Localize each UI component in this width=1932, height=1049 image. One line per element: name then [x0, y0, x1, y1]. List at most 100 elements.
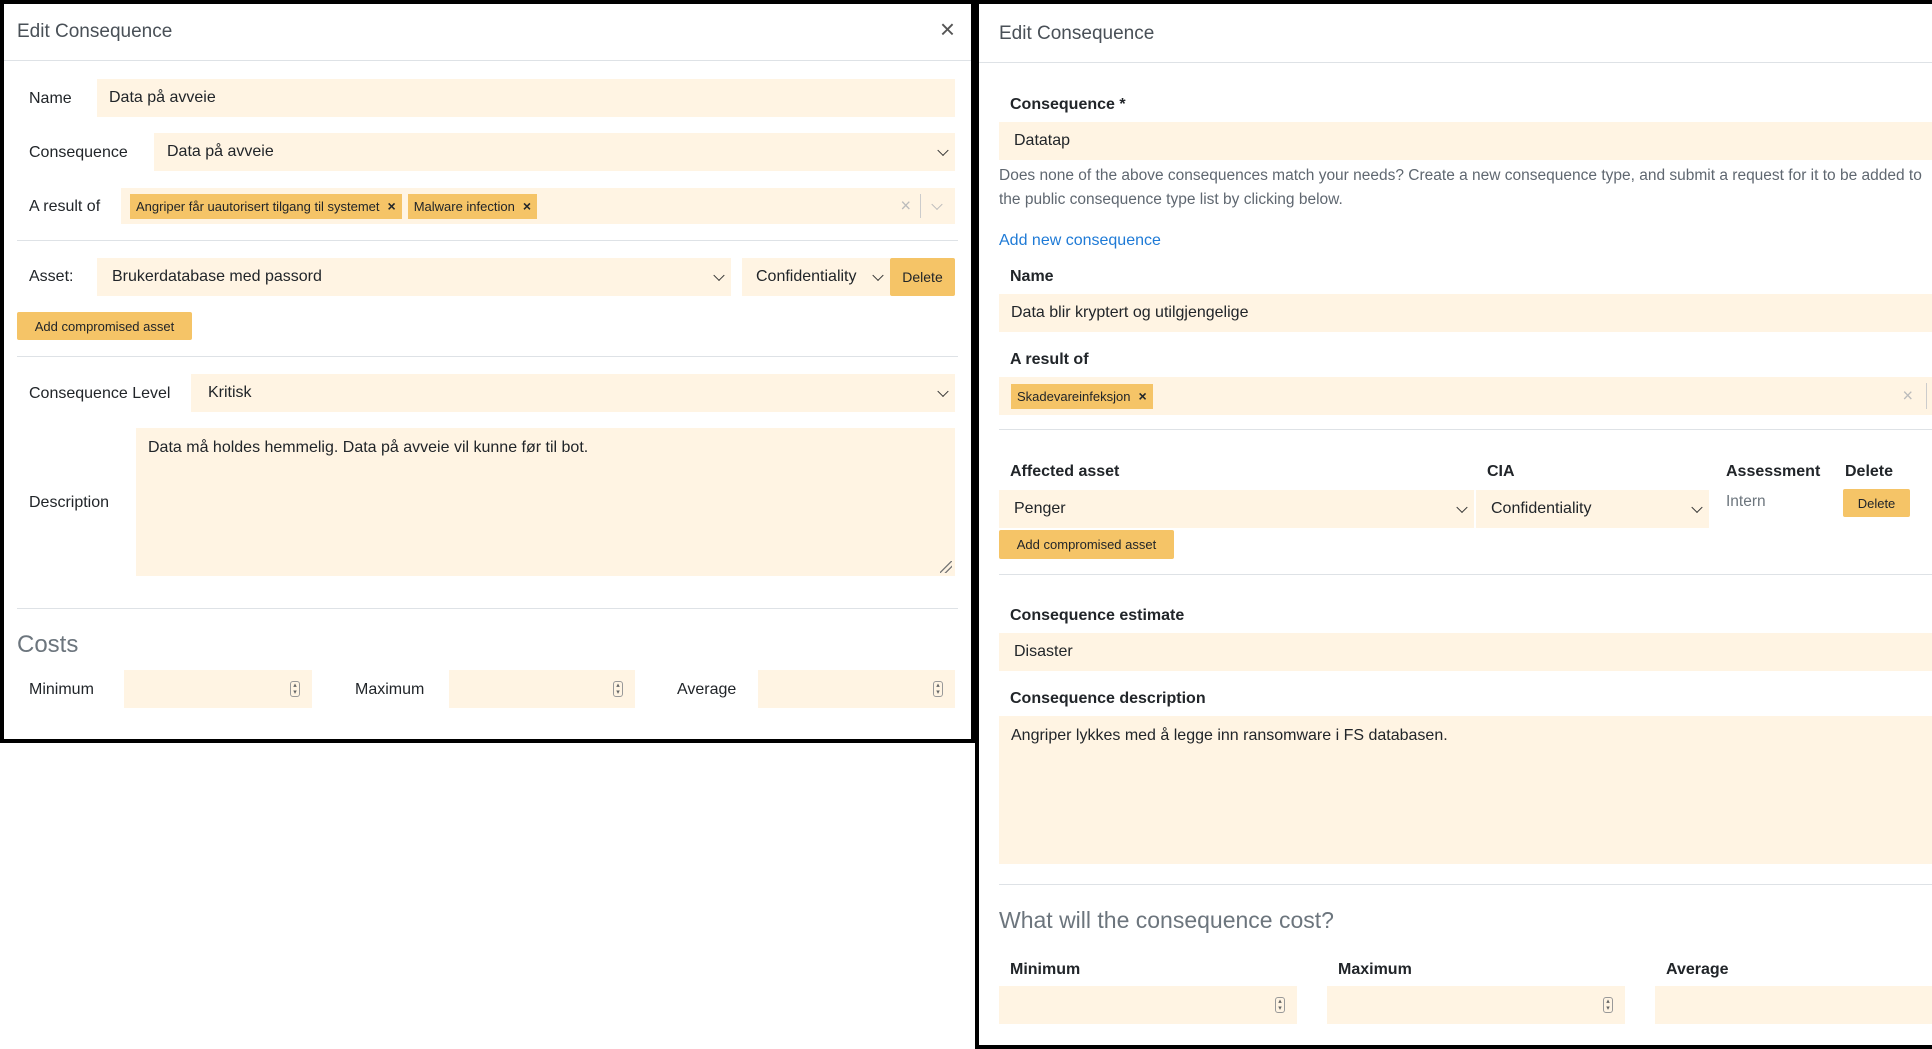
add-new-consequence-link[interactable]: Add new consequence — [999, 232, 1161, 250]
result-tag: Angriper får uautorisert tilgang til sys… — [130, 193, 402, 219]
average-input[interactable] — [1655, 986, 1932, 1024]
divider — [999, 429, 1932, 430]
name-input[interactable]: Data blir kryptert og utilgjengelige — [999, 294, 1932, 332]
affected-asset-label: Affected asset — [1010, 463, 1120, 480]
remove-tag-icon[interactable]: × — [1138, 388, 1146, 404]
consequence-estimate-value: Disaster — [1014, 643, 1073, 660]
result-tag-label: Skadevareinfeksjon — [1017, 388, 1131, 404]
average-label: Average — [1666, 961, 1729, 978]
minimum-label: Minimum — [1010, 961, 1081, 978]
help-text-line-1: Does none of the above consequences matc… — [999, 167, 1922, 184]
spinner-icon[interactable]: ▴ ▾ — [290, 681, 300, 697]
divider — [999, 884, 1932, 885]
clear-icon[interactable]: × — [1902, 386, 1913, 407]
result-tag-label: Malware infection — [413, 198, 515, 214]
affected-asset-select[interactable]: Penger — [999, 490, 1474, 528]
maximum-input[interactable]: ▴ ▾ — [1327, 986, 1625, 1024]
consequence-select[interactable]: Datatap — [999, 122, 1932, 160]
consequence-level-value: Kritisk — [208, 384, 252, 401]
spinner-icon[interactable]: ▴ ▾ — [1603, 997, 1613, 1013]
asset-select-value: Brukerdatabase med passord — [112, 268, 322, 285]
consequence-description-textarea[interactable]: Angriper lykkes med å legge inn ransomwa… — [999, 716, 1932, 864]
maximum-input[interactable]: ▴ ▾ — [449, 670, 635, 708]
chevron-down-icon[interactable] — [931, 198, 943, 211]
minimum-label: Minimum — [29, 681, 94, 698]
resize-handle-icon[interactable] — [940, 561, 952, 573]
add-compromised-asset-button[interactable]: Add compromised asset — [17, 312, 192, 340]
cia-label: CIA — [1487, 463, 1515, 480]
result-tag: Malware infection × — [407, 193, 538, 219]
cost-heading: What will the consequence cost? — [999, 907, 1334, 933]
description-label: Description — [29, 494, 110, 511]
assessment-value: Intern — [1726, 493, 1766, 510]
cia-select[interactable]: Confidentiality — [1476, 490, 1709, 528]
right-edit-consequence-modal: Edit Consequence Consequence * Datatap D… — [975, 0, 1932, 1049]
close-icon[interactable]: × — [940, 16, 955, 42]
description-value: Data må holdes hemmelig. Data på avveie … — [148, 439, 589, 456]
asset-label: Asset: — [29, 268, 74, 285]
minimum-input[interactable]: ▴ ▾ — [999, 986, 1297, 1024]
name-label: Name — [1010, 268, 1054, 285]
description-textarea[interactable]: Data må holdes hemmelig. Data på avveie … — [136, 428, 955, 576]
chevron-down-icon — [1691, 501, 1703, 514]
chevron-down-icon — [872, 269, 884, 282]
divider — [17, 240, 958, 241]
cia-select-value: Confidentiality — [756, 268, 857, 285]
cia-select[interactable]: Confidentiality — [742, 258, 890, 296]
consequence-description-label: Consequence description — [1010, 690, 1206, 707]
spinner-icon[interactable]: ▴ ▾ — [613, 681, 623, 697]
result-of-multiselect[interactable]: Skadevareinfeksjon × × — [999, 377, 1932, 415]
add-compromised-asset-button[interactable]: Add compromised asset — [999, 530, 1174, 559]
maximum-label: Maximum — [355, 681, 425, 698]
consequence-select-value: Data på avveie — [167, 143, 274, 160]
result-of-label: A result of — [29, 198, 101, 215]
chevron-down-icon — [1456, 501, 1468, 514]
consequence-level-label: Consequence Level — [29, 385, 171, 402]
consequence-estimate-field[interactable]: Disaster — [999, 633, 1932, 671]
name-input-value: Data blir kryptert og utilgjengelige — [1011, 304, 1249, 321]
modal-header: Edit Consequence — [979, 4, 1932, 63]
name-input[interactable]: Data på avveie — [97, 79, 955, 117]
assessment-label: Assessment — [1726, 463, 1821, 480]
consequence-select[interactable]: Data på avveie — [154, 133, 955, 171]
asset-select[interactable]: Brukerdatabase med passord — [97, 258, 731, 296]
delete-asset-button[interactable]: Delete — [1843, 489, 1910, 517]
modal-title: Edit Consequence — [999, 23, 1155, 44]
affected-asset-value: Penger — [1014, 500, 1066, 517]
help-text-line-2: the public consequence type list by clic… — [999, 191, 1343, 208]
remove-tag-icon[interactable]: × — [523, 198, 531, 214]
average-input[interactable]: ▴ ▾ — [758, 670, 955, 708]
divider — [920, 194, 921, 218]
minimum-input[interactable]: ▴ ▾ — [124, 670, 312, 708]
spinner-icon[interactable]: ▴ ▾ — [933, 681, 943, 697]
divider — [999, 574, 1932, 575]
divider — [1926, 383, 1927, 409]
result-tag-label: Angriper får uautorisert tilgang til sys… — [136, 198, 380, 214]
remove-tag-icon[interactable]: × — [388, 198, 396, 214]
delete-asset-button[interactable]: Delete — [890, 258, 955, 296]
modal-header: Edit Consequence × — [4, 4, 971, 61]
consequence-level-select[interactable]: Kritisk — [191, 374, 955, 412]
consequence-description-value: Angriper lykkes med å legge inn ransomwa… — [1011, 727, 1448, 744]
average-label: Average — [677, 681, 737, 698]
consequence-estimate-label: Consequence estimate — [1010, 607, 1185, 624]
result-of-label: A result of — [1010, 351, 1089, 368]
chevron-down-icon — [713, 269, 725, 282]
modal-title: Edit Consequence — [17, 21, 173, 42]
clear-icon[interactable]: × — [900, 196, 911, 217]
name-label: Name — [29, 90, 72, 107]
divider — [17, 356, 958, 357]
chevron-down-icon — [937, 144, 949, 157]
consequence-label: Consequence * — [1010, 96, 1126, 113]
left-edit-consequence-modal: Edit Consequence × Name Data på avveie C… — [0, 0, 975, 743]
chevron-down-icon — [937, 385, 949, 398]
costs-heading: Costs — [17, 631, 79, 658]
result-of-multiselect[interactable]: Angriper får uautorisert tilgang til sys… — [121, 188, 955, 224]
delete-column-label: Delete — [1845, 463, 1894, 480]
consequence-select-value: Datatap — [1014, 132, 1071, 149]
consequence-label: Consequence — [29, 144, 128, 161]
spinner-icon[interactable]: ▴ ▾ — [1275, 997, 1285, 1013]
name-input-value: Data på avveie — [109, 89, 216, 106]
maximum-label: Maximum — [1338, 961, 1412, 978]
divider — [17, 608, 958, 609]
